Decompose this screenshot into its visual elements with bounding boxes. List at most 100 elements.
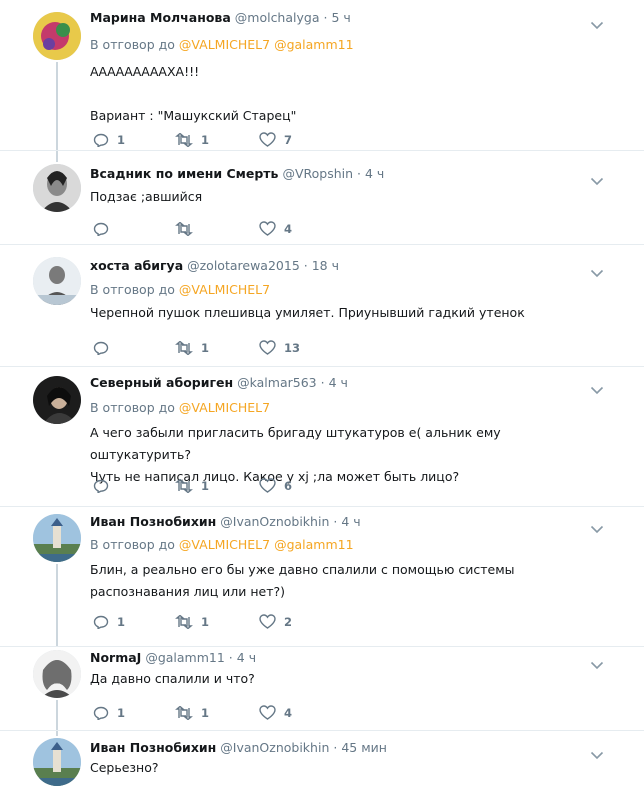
separator-dot: · bbox=[228, 650, 233, 665]
author-handle[interactable]: @zolotarewa2015 bbox=[187, 258, 300, 273]
reply-prefix: В отговор до bbox=[90, 282, 175, 297]
reply-button[interactable] bbox=[93, 476, 117, 494]
mention-link[interactable]: @VALMICHEL7 bbox=[179, 37, 270, 52]
like-count: 6 bbox=[284, 478, 293, 493]
avatar[interactable] bbox=[33, 164, 81, 212]
timestamp[interactable]: 4 ч bbox=[329, 375, 348, 390]
like-count: 4 bbox=[284, 221, 293, 236]
avatar[interactable] bbox=[33, 650, 81, 698]
reply-context: В отговор до @VALMICHEL7 bbox=[90, 399, 270, 417]
reply-button[interactable]: 1 bbox=[93, 130, 125, 148]
reply-button[interactable] bbox=[93, 219, 117, 237]
timestamp[interactable]: 4 ч bbox=[341, 514, 360, 529]
chevron-down-icon[interactable] bbox=[590, 263, 604, 278]
author-handle[interactable]: @kalmar563 bbox=[237, 375, 317, 390]
author-name[interactable]: Иван Познобихин bbox=[90, 740, 216, 755]
like-count: 4 bbox=[284, 705, 293, 720]
mention-link[interactable]: @VALMICHEL7 bbox=[179, 282, 270, 297]
reply-button[interactable]: 1 bbox=[93, 703, 125, 721]
tweet-header: хоста абигуа @zolotarewa2015 · 18 ч bbox=[90, 257, 584, 275]
avatar[interactable] bbox=[33, 738, 81, 786]
mention-link[interactable]: @galamm11 bbox=[274, 37, 354, 52]
retweet-icon bbox=[175, 705, 193, 720]
avatar[interactable] bbox=[33, 12, 81, 60]
mention-link[interactable]: @galamm11 bbox=[274, 537, 354, 552]
tweet-text: Подзає ;авшийся bbox=[90, 186, 604, 208]
author-name[interactable]: Иван Познобихин bbox=[90, 514, 216, 529]
chevron-down-icon[interactable] bbox=[590, 519, 604, 534]
tweet-text-line: А чего забыли пригласить бригаду штукату… bbox=[90, 425, 501, 462]
retweet-button[interactable]: 1 bbox=[175, 476, 209, 494]
avatar[interactable] bbox=[33, 376, 81, 424]
retweet-button[interactable] bbox=[175, 219, 201, 237]
separator-dot: · bbox=[333, 740, 338, 755]
reply-count: 1 bbox=[117, 132, 126, 147]
like-button[interactable]: 7 bbox=[259, 130, 292, 148]
reply-icon bbox=[93, 615, 109, 630]
tweet-header: Иван Познобихин @IvanOznobikhin · 4 ч bbox=[90, 513, 584, 531]
like-icon bbox=[259, 614, 276, 629]
reply-prefix: В отговор до bbox=[90, 400, 175, 415]
like-count: 13 bbox=[284, 340, 301, 355]
retweet-icon bbox=[175, 478, 193, 493]
separator-dot: · bbox=[320, 375, 325, 390]
tweet-text-line: Да давно спалили и что? bbox=[90, 671, 255, 686]
tweet-text-line: Чуть не написал лицо. Какое у хј ;ла мож… bbox=[90, 469, 460, 484]
tweet-text: Блин, а реально его бы уже давно спалили… bbox=[90, 559, 604, 603]
avatar[interactable] bbox=[33, 257, 81, 305]
author-handle[interactable]: @IvanOznobikhin bbox=[220, 514, 329, 529]
author-name[interactable]: Всадник по имени Смерть bbox=[90, 166, 278, 181]
reply-context: В отговор до @VALMICHEL7 @galamm11 bbox=[90, 36, 354, 54]
like-count: 2 bbox=[284, 614, 293, 629]
tweet-text: А чего забыли пригласить бригаду штукату… bbox=[90, 422, 604, 488]
author-handle[interactable]: @molchalyga bbox=[235, 10, 320, 25]
chevron-down-icon[interactable] bbox=[590, 380, 604, 395]
mention-link[interactable]: @VALMICHEL7 bbox=[179, 400, 270, 415]
timestamp[interactable]: 5 ч bbox=[331, 10, 350, 25]
tweet-text-line: распознавания лиц или нет?) bbox=[90, 584, 286, 599]
author-name[interactable]: Марина Молчанова bbox=[90, 10, 231, 25]
separator-dot: · bbox=[323, 10, 328, 25]
tweet-text: АААААААААХА!!! Вариант : "Машукский Старе… bbox=[90, 61, 604, 127]
author-handle[interactable]: @IvanOznobikhin bbox=[220, 740, 329, 755]
reply-icon bbox=[93, 133, 109, 148]
tweet-text: Черепной пушок плешивца умиляет. Приуныв… bbox=[90, 302, 604, 324]
tweet-text-line: Блин, а реально его бы уже давно спалили… bbox=[90, 562, 515, 577]
chevron-down-icon[interactable] bbox=[590, 171, 604, 186]
reply-icon bbox=[93, 222, 109, 237]
author-name[interactable]: Северный абориген bbox=[90, 375, 233, 390]
timestamp[interactable]: 45 мин bbox=[341, 740, 387, 755]
chevron-down-icon[interactable] bbox=[590, 745, 604, 760]
timestamp[interactable]: 4 ч bbox=[237, 650, 256, 665]
reply-count: 1 bbox=[117, 705, 126, 720]
reply-button[interactable]: 1 bbox=[93, 612, 125, 630]
separator-dot: · bbox=[357, 166, 361, 181]
reply-button[interactable] bbox=[93, 338, 117, 356]
author-name[interactable]: NormaJ bbox=[90, 650, 141, 665]
retweet-button[interactable]: 1 bbox=[175, 612, 209, 630]
chevron-down-icon[interactable] bbox=[590, 15, 604, 30]
reply-prefix: В отговор до bbox=[90, 37, 175, 52]
like-icon bbox=[259, 132, 276, 147]
author-handle[interactable]: @VRopshin bbox=[282, 166, 353, 181]
mention-link[interactable]: @VALMICHEL7 bbox=[179, 537, 270, 552]
like-button[interactable]: 4 bbox=[259, 219, 292, 237]
retweet-button[interactable]: 1 bbox=[175, 338, 209, 356]
retweet-count: 1 bbox=[201, 705, 210, 720]
author-name[interactable]: хоста абигуа bbox=[90, 258, 183, 273]
avatar[interactable] bbox=[33, 514, 81, 562]
author-handle[interactable]: @galamm11 bbox=[145, 650, 225, 665]
timestamp[interactable]: 4 ч bbox=[365, 166, 384, 181]
like-button[interactable]: 6 bbox=[259, 476, 292, 494]
retweet-button[interactable]: 1 bbox=[175, 130, 209, 148]
retweet-icon bbox=[175, 221, 193, 236]
like-icon bbox=[259, 478, 276, 493]
retweet-icon bbox=[175, 340, 193, 355]
like-button[interactable]: 2 bbox=[259, 612, 292, 630]
retweet-button[interactable]: 1 bbox=[175, 703, 209, 721]
like-button[interactable]: 13 bbox=[259, 338, 300, 356]
like-button[interactable]: 4 bbox=[259, 703, 292, 721]
tweet-header: NormaJ @galamm11 · 4 ч bbox=[90, 649, 584, 667]
timestamp[interactable]: 18 ч bbox=[312, 258, 339, 273]
chevron-down-icon[interactable] bbox=[590, 655, 604, 670]
